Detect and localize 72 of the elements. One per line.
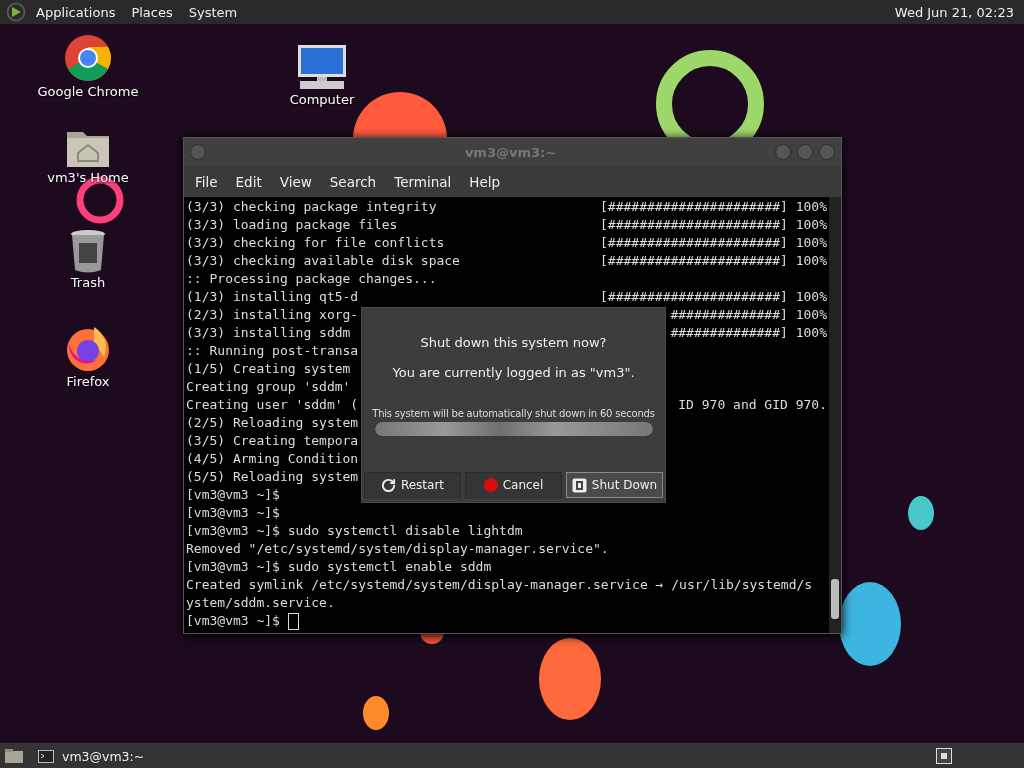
progress-text: [######################] 100% bbox=[600, 216, 827, 234]
clock[interactable]: Wed Jun 21, 02:23 bbox=[894, 4, 1018, 20]
icon-label[interactable]: Computer bbox=[289, 92, 355, 107]
browser-icon bbox=[64, 34, 112, 82]
icon-label[interactable]: Firefox bbox=[66, 374, 110, 389]
menu-item[interactable]: Edit bbox=[226, 169, 271, 194]
firefox-icon bbox=[64, 324, 112, 372]
dialog-message: You are currently logged in as "vm3". bbox=[392, 365, 635, 380]
terminal-line: (3/5) Creating tempora bbox=[186, 432, 359, 450]
terminal-icon bbox=[38, 749, 54, 763]
computer-icon bbox=[297, 44, 347, 90]
close-icon[interactable] bbox=[819, 144, 835, 160]
terminal-line: (3/3) loading package files bbox=[186, 216, 398, 234]
maximize-icon[interactable] bbox=[797, 144, 813, 160]
terminal-line: (3/3) checking for file conflicts bbox=[186, 234, 445, 252]
terminal-line: [vm3@vm3 ~]$ sudo systemctl disable lightdm bbox=[186, 522, 523, 540]
terminal-line: [vm3@vm3 ~]$ bbox=[186, 504, 280, 522]
taskbar-button[interactable]: vm3@vm3:~ bbox=[34, 746, 149, 766]
dialog-button[interactable]: Cancel bbox=[465, 472, 562, 498]
terminal-line: Removed "/etc/systemd/system/display-manager.service". bbox=[186, 540, 609, 558]
restart-icon bbox=[380, 477, 396, 493]
progress-text: ID 970 and GID 970. bbox=[678, 396, 827, 414]
menu-item[interactable]: Help bbox=[460, 169, 510, 194]
scroll-thumb[interactable] bbox=[831, 579, 839, 619]
dialog-title: Shut down this system now? bbox=[420, 335, 607, 350]
terminal-line: ystem/sddm.service. bbox=[186, 594, 335, 612]
dialog-button[interactable]: Restart bbox=[364, 472, 461, 498]
progress-text: [######################] 100% bbox=[600, 198, 827, 216]
minimize-icon[interactable] bbox=[775, 144, 791, 160]
power-icon bbox=[571, 477, 587, 493]
menu-logo-icon bbox=[6, 2, 26, 22]
terminal-line: (4/5) Arming Condition bbox=[186, 450, 359, 468]
terminal-line: (3/3) checking package integrity bbox=[186, 198, 437, 216]
show-desktop-icon[interactable] bbox=[4, 748, 24, 764]
terminal-line: Created symlink /etc/systemd/system/display-manager.service → /usr/lib/systemd/s bbox=[186, 576, 813, 594]
stop-icon bbox=[483, 478, 498, 492]
terminal-line: [vm3@vm3 ~]$ bbox=[186, 612, 280, 630]
terminal-line: Creating user 'sddm' ( bbox=[186, 396, 359, 414]
terminal-line: (2/5) Reloading system bbox=[186, 414, 359, 432]
progress-text: ##############] 100% bbox=[670, 306, 827, 324]
scrollbar[interactable] bbox=[829, 197, 841, 633]
progress-text: [######################] 100% bbox=[600, 288, 827, 306]
countdown-text: This system will be automatically shut down in 60 seconds bbox=[372, 408, 655, 419]
panel-menu[interactable]: Places bbox=[125, 2, 179, 22]
menu-item[interactable]: View bbox=[270, 169, 321, 194]
menu-item[interactable]: Terminal bbox=[385, 169, 461, 194]
terminal-line: (1/5) Creating system bbox=[186, 360, 351, 378]
icon-label[interactable]: Google Chrome bbox=[37, 84, 139, 99]
terminal-line: (1/3) installing qt5-d bbox=[186, 288, 359, 306]
dialog-button[interactable]: Shut Down bbox=[566, 472, 663, 498]
progress-text: ##############] 100% bbox=[670, 324, 827, 342]
window-menu-icon[interactable] bbox=[190, 144, 206, 160]
panel-menu[interactable]: System bbox=[182, 2, 244, 22]
icon-label[interactable]: Trash bbox=[70, 275, 106, 290]
wallpaper-blob bbox=[908, 496, 934, 530]
wallpaper-blob bbox=[363, 696, 389, 730]
trash-icon bbox=[69, 229, 107, 273]
workspace-icon[interactable] bbox=[936, 748, 952, 764]
terminal-line: :: Processing package changes... bbox=[186, 270, 437, 288]
terminal-line: [vm3@vm3 ~]$ sudo systemctl enable sddm bbox=[186, 558, 492, 576]
menu-item[interactable]: Search bbox=[320, 169, 386, 194]
terminal-line: Creating group 'sddm' bbox=[186, 378, 351, 396]
terminal-line: [vm3@vm3 ~]$ bbox=[186, 486, 280, 504]
menu-item[interactable]: File bbox=[186, 169, 227, 194]
terminal-line: (3/3) installing sddm bbox=[186, 324, 351, 342]
progress-text: [######################] 100% bbox=[600, 252, 827, 270]
terminal-line: (2/3) installing xorg- bbox=[186, 306, 359, 324]
terminal-line: :: Running post-transa bbox=[186, 342, 359, 360]
panel-menu[interactable]: Applications bbox=[30, 2, 122, 22]
terminal-line: (3/3) checking available disk space bbox=[186, 252, 460, 270]
progress-text: [######################] 100% bbox=[600, 234, 827, 252]
terminal-line: (5/5) Reloading system bbox=[186, 468, 359, 486]
